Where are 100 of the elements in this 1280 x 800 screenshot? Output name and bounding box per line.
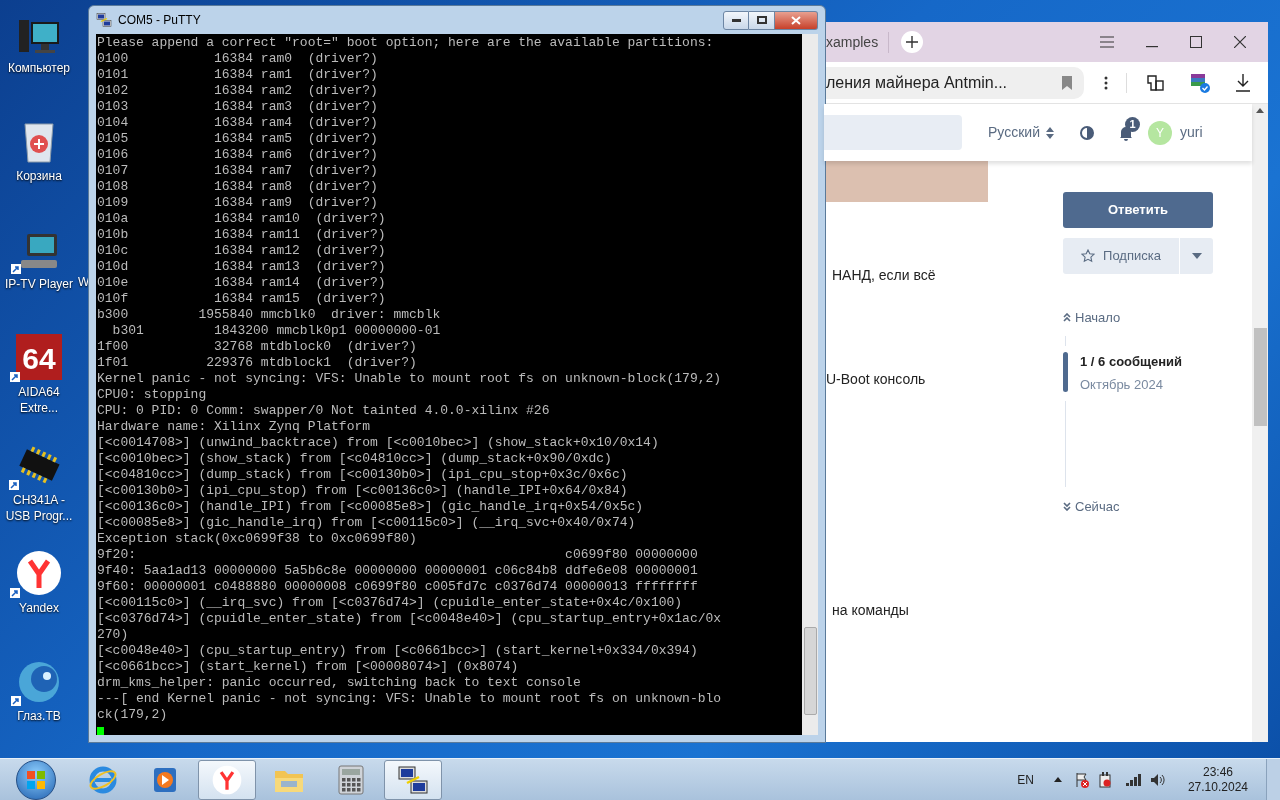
search-field[interactable] — [824, 115, 962, 150]
taskbar-button[interactable] — [384, 759, 442, 800]
timeline-handle[interactable] — [1063, 351, 1068, 392]
terminal-line: 010c 16384 ram12 (driver?) — [97, 243, 387, 259]
extension-icon — [1145, 72, 1165, 93]
double-chevron-up-icon — [1063, 313, 1071, 323]
scrollbar-thumb[interactable] — [1253, 328, 1267, 426]
subscribe-button[interactable]: Подписка — [1063, 238, 1179, 274]
terminal-line: [<c00085e8>] (gic_handle_irq) from [<c00115c0>] (__irq_svc+0x40/0x74) — [97, 515, 637, 531]
username[interactable]: yuri — [1179, 122, 1203, 143]
terminal-line: Please append a correct "root=" boot option; here are the available partitions: — [97, 35, 715, 51]
timeline-end-link[interactable]: Сейчас — [1063, 496, 1213, 516]
terminal-line: b300 1955840 mmcblk0 driver: mmcblk — [97, 307, 442, 323]
terminal-line: CPU: 0 PID: 0 Comm: swapper/0 Not tainted 4.0.0-xilinx #26 — [97, 403, 551, 419]
maximize-icon — [1190, 36, 1202, 48]
flag-icon — [1073, 771, 1090, 788]
scrollbar[interactable] — [802, 34, 818, 735]
address-bar[interactable]: ления майнера Antmin... — [824, 66, 1084, 99]
star-icon — [1081, 249, 1096, 263]
terminal-line: Kernel panic - not syncing: VFS: Unable to mount root fs on unknown-block(179,2) — [97, 371, 723, 387]
icon-label[interactable]: Корзина — [16, 168, 62, 184]
icon-label[interactable]: AIDA64 — [18, 384, 60, 400]
post-text: НАНД, если всё — [832, 266, 937, 285]
yandex-icon — [212, 764, 242, 795]
terminal-line: [<c0010bec>] (show_stack) from [<c04810cc>] (dump_stack+0x90/0xdc) — [97, 451, 613, 467]
terminal-line: b301 1843200 mmcblk0p1 00000000-01 — [111, 323, 442, 339]
icon-label[interactable]: Extre... — [20, 400, 58, 416]
windows-logo-icon — [26, 769, 46, 790]
terminal-line: 0108 16384 ram8 (driver?) — [97, 179, 379, 195]
terminal-line: 0105 16384 ram5 (driver?) — [97, 131, 379, 147]
kebab-menu-icon — [1104, 75, 1108, 90]
subscribe-dropdown-button[interactable] — [1180, 238, 1213, 274]
caret-icon — [1191, 253, 1202, 259]
aida64-icon: 64 — [16, 334, 62, 380]
show-desktop-button[interactable] — [1266, 758, 1280, 800]
close-icon — [1234, 36, 1246, 48]
double-chevron-down-icon — [1063, 501, 1071, 511]
terminal-line: 010f 16384 ram15 (driver?) — [97, 291, 387, 307]
icon-label[interactable]: IP-TV Player — [5, 276, 73, 292]
scrollbar-thumb[interactable] — [803, 627, 817, 715]
terminal-line: 1f00 32768 mtdblock0 (driver?) — [97, 339, 418, 355]
terminal-line: [<c0048e40>] (cpu_startup_entry) from [<c0661bcc>] (start_kernel+0x334/0x394) — [97, 643, 699, 659]
terminal-line: 010a 16384 ram10 (driver?) — [97, 211, 387, 227]
language-selector[interactable]: Русский — [988, 122, 1054, 143]
terminal-line: 0109 16384 ram9 (driver?) — [97, 195, 379, 211]
power-icon — [1097, 771, 1112, 788]
terminal-line: Exception stack(0xc0699f38 to 0xc0699f80) — [97, 531, 418, 547]
new-tab-button[interactable] — [901, 31, 924, 53]
bookmark-icon — [1062, 75, 1072, 90]
sort-arrows-icon — [1045, 126, 1054, 139]
notification-badge: 1 — [1124, 116, 1140, 132]
icon-label[interactable]: CH341A - — [12, 492, 65, 508]
icon-label[interactable]: Компьютер — [7, 60, 71, 76]
contrast-icon — [1079, 125, 1094, 140]
terminal-line: 0100 16384 ram0 (driver?) — [97, 51, 379, 67]
timeline-position: 1 / 6 сообщений — [1080, 352, 1183, 371]
post-text: U-Boot консоль — [826, 370, 927, 389]
start-button[interactable] — [16, 759, 56, 800]
scrollbar[interactable] — [1252, 104, 1268, 742]
close-icon — [791, 15, 801, 25]
menu-icon — [1100, 36, 1114, 48]
media-player-icon — [152, 765, 178, 794]
terminal-line: [<c0661bcc>] (start_kernel) from [<00008074>] (0x8074) — [97, 659, 520, 675]
volume-icon — [1149, 772, 1166, 787]
terminal-line: 0101 16384 ram1 (driver?) — [97, 67, 379, 83]
timeline-start-link[interactable]: Начало — [1063, 308, 1213, 328]
terminal-line: [<c00136c0>] (handle_IPI) from [<c00085e8>] (gic_handle_irq+0x54/0x5c) — [97, 499, 645, 515]
minimize-icon — [1146, 46, 1158, 48]
terminal-line: [<c00130b0>] (ipi_cpu_stop) from [<c00136c0>] (handle_IPI+0x64/0x84) — [97, 483, 629, 499]
address-text: ления майнера Antmin... — [826, 72, 1009, 93]
icon-label[interactable]: USB Progr... — [5, 508, 73, 524]
yandex-icon — [16, 550, 62, 596]
terminal-line: Hardware name: Xilinx Zynq Platform — [97, 419, 372, 435]
terminal-line: 0104 16384 ram4 (driver?) — [97, 115, 379, 131]
clock-time[interactable]: 23:46 — [1202, 764, 1233, 780]
calculator-icon — [338, 764, 364, 795]
maximize-button[interactable] — [749, 10, 775, 30]
text-cursor — [97, 727, 104, 735]
clock-date[interactable]: 27.10.2024 — [1187, 779, 1248, 795]
terminal-line: 010e 16384 ram14 (driver?) — [97, 275, 387, 291]
download-icon — [1235, 73, 1251, 92]
timeline-date: Октябрь 2024 — [1080, 376, 1164, 394]
terminal-line: 270) — [97, 627, 130, 643]
icon-label[interactable]: Глаз.ТВ — [17, 708, 61, 724]
icon-label[interactable]: Yandex — [19, 600, 59, 616]
minimize-button[interactable] — [723, 10, 749, 30]
terminal-line: 0102 16384 ram2 (driver?) — [97, 83, 379, 99]
terminal-line: 9f40: 5aa1ad13 00000000 5a5b6c8e 00000000 00000001 c06c84b8 ddfe6e08 00000001 — [97, 563, 699, 579]
terminal-line: drm_kms_helper: panic occurred, switching back to text console — [97, 675, 582, 691]
terminal-line: ---[ end Kernel panic - not syncing: VFS: Unable to mount root fs on unknown-blo — [97, 691, 723, 707]
close-button[interactable] — [775, 10, 818, 30]
terminal-line: 9f20: c0699f80 00000000 — [97, 547, 699, 563]
terminal-line: [<c00115c0>] (__irq_svc) from [<c0376d74>] (cpuidle_enter_state+0x4c/0x100) — [97, 595, 684, 611]
terminal-line: 0106 16384 ram6 (driver?) — [97, 147, 379, 163]
terminal-line: [<c0014708>] (unwind_backtrace) from [<c0010bec>] (show_stack+0x10/0x14) — [97, 435, 660, 451]
reply-button[interactable]: Ответить — [1063, 192, 1213, 228]
archive-extension-icon — [1189, 71, 1211, 94]
minimize-icon — [731, 18, 741, 22]
terminal-line: 010b 16384 ram11 (driver?) — [97, 227, 387, 243]
language-indicator[interactable]: EN — [1017, 770, 1034, 789]
